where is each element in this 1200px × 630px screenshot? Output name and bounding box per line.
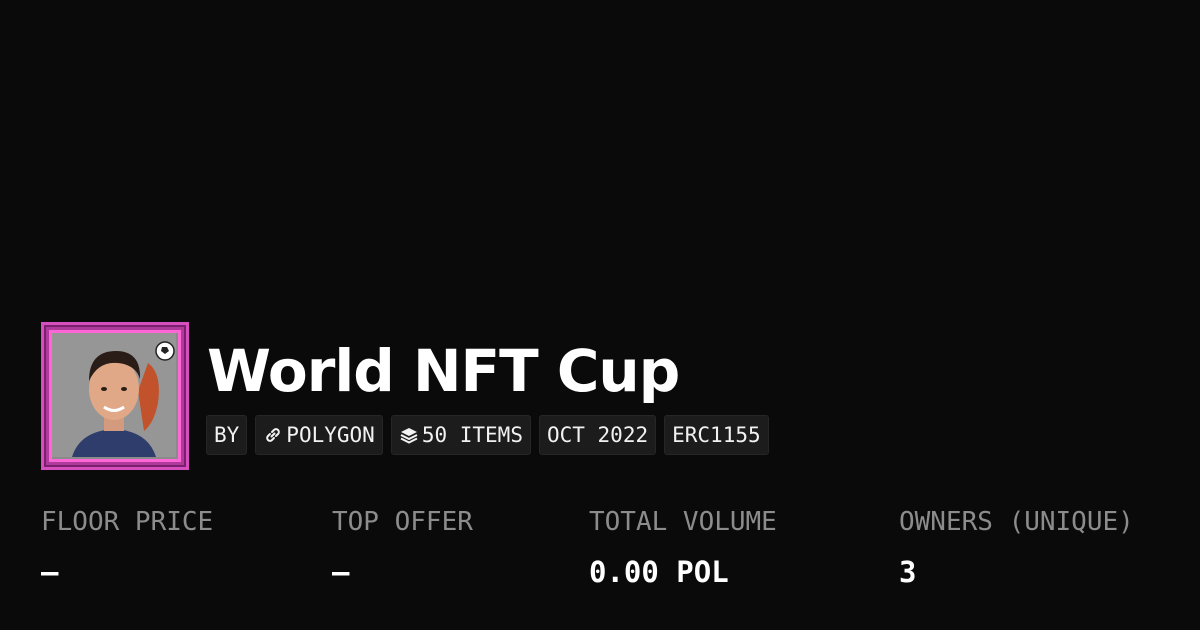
layers-icon <box>399 425 419 445</box>
total-volume-value: 0.00 POL <box>589 555 729 589</box>
owners-value: 3 <box>899 555 917 589</box>
date-chip: OCT 2022 <box>538 415 657 455</box>
collection-title: World NFT Cup <box>207 337 680 405</box>
polygon-link-icon <box>263 425 283 445</box>
collection-meta-chips: BY POLYGON 50 ITEMS OCT 2022 ERC1155 <box>206 415 769 455</box>
floor-price-value: — <box>41 555 59 589</box>
total-volume-label: TOTAL VOLUME <box>589 507 777 537</box>
floor-price-label: FLOOR PRICE <box>41 507 214 537</box>
creator-chip[interactable]: BY <box>206 415 248 455</box>
chain-chip[interactable]: POLYGON <box>255 415 383 455</box>
creator-by-label: BY <box>214 423 240 447</box>
owners-label: OWNERS (UNIQUE) <box>899 507 1134 537</box>
token-standard-label: ERC1155 <box>672 423 761 447</box>
created-date-label: OCT 2022 <box>546 423 649 447</box>
standard-chip: ERC1155 <box>664 415 769 455</box>
items-count-label: 50 ITEMS <box>421 423 523 447</box>
avatar-image <box>49 330 181 462</box>
collection-avatar[interactable] <box>41 322 189 470</box>
items-chip[interactable]: 50 ITEMS <box>390 415 531 455</box>
top-offer-value: — <box>332 555 350 589</box>
top-offer-label: TOP OFFER <box>332 507 473 537</box>
chain-label: POLYGON <box>286 423 375 447</box>
